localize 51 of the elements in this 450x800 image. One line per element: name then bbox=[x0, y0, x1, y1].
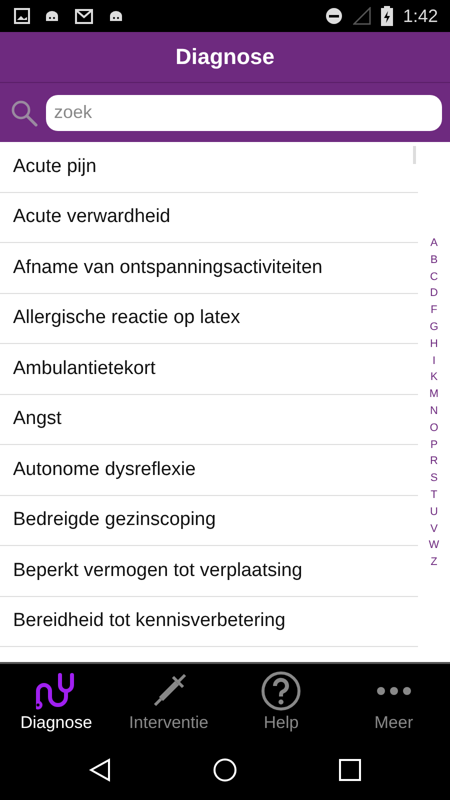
tab[interactable]: Interventie bbox=[112, 664, 225, 740]
diagnosis-item[interactable]: Ambulantietekort bbox=[0, 344, 418, 394]
diagnosis-item[interactable]: Bedreigde gezinscoping bbox=[0, 496, 418, 546]
index-letter[interactable]: H bbox=[430, 336, 438, 353]
home-icon[interactable] bbox=[213, 758, 237, 782]
index-letter[interactable]: U bbox=[430, 504, 438, 521]
diagnosis-item[interactable]: Angst bbox=[0, 394, 418, 445]
battery-icon bbox=[380, 6, 393, 26]
diagnosis-item[interactable]: Bereidheid tot kennisverbetering bbox=[0, 596, 418, 647]
index-letter[interactable]: T bbox=[430, 486, 438, 504]
diagnosis-item[interactable]: Acute verwardheid bbox=[0, 192, 418, 243]
diagnosis-item[interactable]: Beperkt vermogen tot verplaatsing bbox=[0, 546, 418, 596]
search-field[interactable]: zoek bbox=[46, 94, 442, 130]
diagnosis-item[interactable]: Allergische reactie op latex bbox=[0, 294, 418, 344]
android-icon bbox=[44, 8, 60, 24]
search-icon[interactable] bbox=[10, 98, 38, 126]
index-letter[interactable]: O bbox=[430, 420, 438, 437]
image-icon bbox=[14, 8, 30, 24]
index-letter[interactable]: M bbox=[429, 386, 439, 403]
index-letter[interactable]: F bbox=[430, 302, 438, 319]
scrollbar bbox=[413, 146, 416, 164]
mail-icon bbox=[74, 7, 94, 25]
index-letter[interactable]: Z bbox=[430, 554, 438, 571]
help-icon bbox=[261, 671, 302, 711]
index-letter[interactable]: K bbox=[430, 369, 438, 386]
screen-title: Diagnose bbox=[175, 44, 275, 70]
index-letter[interactable]: C bbox=[430, 268, 438, 286]
diagnosis-item[interactable]: Autonome dysreflexie bbox=[0, 445, 418, 496]
tab[interactable]: Diagnose bbox=[0, 664, 112, 740]
stethoscope-icon bbox=[36, 671, 76, 711]
index-letter[interactable]: V bbox=[430, 520, 438, 538]
index-letter[interactable]: P bbox=[430, 436, 438, 454]
index-letter[interactable]: B bbox=[430, 252, 438, 269]
index-letter[interactable]: R bbox=[430, 453, 438, 470]
tab[interactable]: Meer bbox=[338, 664, 450, 740]
index-letter[interactable]: W bbox=[428, 537, 440, 554]
index-letter[interactable]: D bbox=[430, 285, 438, 302]
index-letter[interactable]: N bbox=[430, 402, 438, 420]
more-icon bbox=[376, 687, 411, 695]
index-letter[interactable]: A bbox=[430, 235, 438, 252]
tab[interactable]: Help bbox=[225, 664, 338, 740]
index-letter[interactable]: S bbox=[430, 470, 438, 487]
diagnosis-item[interactable]: Afname van ontspanningsactiviteiten bbox=[0, 243, 418, 294]
do-not-disturb-icon bbox=[324, 7, 343, 25]
index-letter[interactable]: I bbox=[432, 352, 436, 370]
android-icon bbox=[108, 8, 124, 24]
back-icon[interactable] bbox=[89, 758, 111, 782]
index-letter[interactable]: G bbox=[430, 318, 438, 336]
clock-time: 1:42 bbox=[402, 6, 438, 26]
recents-icon[interactable] bbox=[339, 759, 361, 781]
signal-icon bbox=[352, 7, 371, 25]
